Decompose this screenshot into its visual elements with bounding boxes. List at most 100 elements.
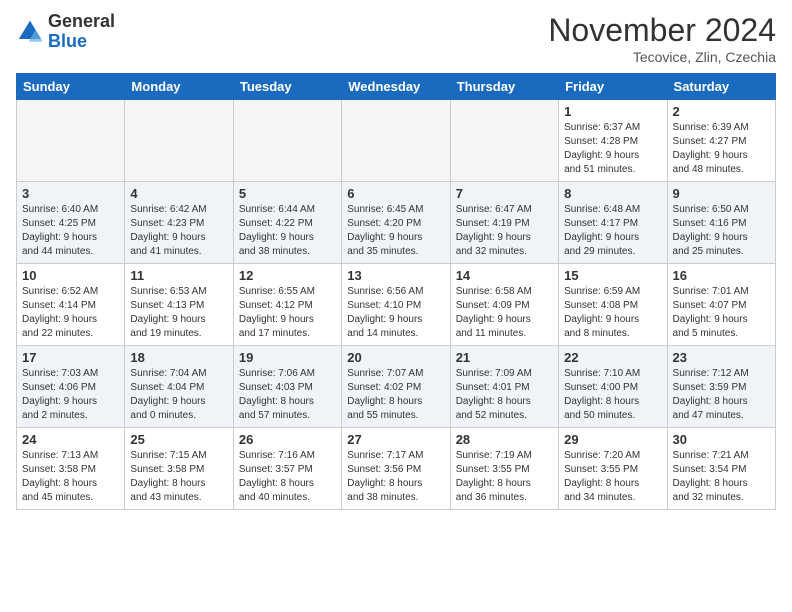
day-info: Sunrise: 6:58 AM Sunset: 4:09 PM Dayligh… (456, 285, 553, 341)
table-row: 18 Sunrise: 7:04 AM Sunset: 4:04 PM Dayli… (125, 346, 233, 428)
day-number: 2 (673, 104, 770, 119)
table-row: 7 Sunrise: 6:47 AM Sunset: 4:19 PM Daylig… (450, 182, 558, 264)
day-number: 27 (347, 432, 444, 447)
day-info: Sunrise: 7:13 AM Sunset: 3:58 PM Dayligh… (22, 449, 119, 505)
day-number: 28 (456, 432, 553, 447)
table-row: 1Sunrise: 6:37 AM Sunset: 4:28 PM Daylig… (559, 100, 667, 182)
table-row: 21 Sunrise: 7:09 AM Sunset: 4:01 PM Dayli… (450, 346, 558, 428)
month-title: November 2024 (548, 12, 776, 49)
calendar-week-row: 24 Sunrise: 7:13 AM Sunset: 3:58 PM Dayli… (17, 428, 776, 510)
day-info: Sunrise: 7:16 AM Sunset: 3:57 PM Dayligh… (239, 449, 336, 505)
calendar-week-row: 1Sunrise: 6:37 AM Sunset: 4:28 PM Daylig… (17, 100, 776, 182)
table-row: 15 Sunrise: 6:59 AM Sunset: 4:08 PM Dayli… (559, 264, 667, 346)
day-info: Sunrise: 6:37 AM Sunset: 4:28 PM Dayligh… (564, 121, 661, 177)
day-info: Sunrise: 6:44 AM Sunset: 4:22 PM Dayligh… (239, 203, 336, 259)
day-number: 23 (673, 350, 770, 365)
table-row: 24 Sunrise: 7:13 AM Sunset: 3:58 PM Dayli… (17, 428, 125, 510)
day-number: 12 (239, 268, 336, 283)
calendar-week-row: 3Sunrise: 6:40 AM Sunset: 4:25 PM Daylig… (17, 182, 776, 264)
day-info: Sunrise: 7:01 AM Sunset: 4:07 PM Dayligh… (673, 285, 770, 341)
calendar-week-row: 17 Sunrise: 7:03 AM Sunset: 4:06 PM Dayli… (17, 346, 776, 428)
day-number: 4 (130, 186, 227, 201)
col-friday: Friday (559, 74, 667, 100)
table-row: 6 Sunrise: 6:45 AM Sunset: 4:20 PM Daylig… (342, 182, 450, 264)
day-info: Sunrise: 7:10 AM Sunset: 4:00 PM Dayligh… (564, 367, 661, 423)
day-number: 3 (22, 186, 119, 201)
day-info: Sunrise: 7:21 AM Sunset: 3:54 PM Dayligh… (673, 449, 770, 505)
table-row: 30 Sunrise: 7:21 AM Sunset: 3:54 PM Dayli… (667, 428, 775, 510)
day-number: 25 (130, 432, 227, 447)
day-info: Sunrise: 6:52 AM Sunset: 4:14 PM Dayligh… (22, 285, 119, 341)
day-number: 6 (347, 186, 444, 201)
calendar-week-row: 10 Sunrise: 6:52 AM Sunset: 4:14 PM Dayli… (17, 264, 776, 346)
table-row: 16Sunrise: 7:01 AM Sunset: 4:07 PM Dayli… (667, 264, 775, 346)
day-info: Sunrise: 7:12 AM Sunset: 3:59 PM Dayligh… (673, 367, 770, 423)
table-row (233, 100, 341, 182)
day-number: 13 (347, 268, 444, 283)
logo-blue: Blue (48, 32, 115, 52)
table-row (450, 100, 558, 182)
table-row: 19 Sunrise: 7:06 AM Sunset: 4:03 PM Dayli… (233, 346, 341, 428)
table-row: 11 Sunrise: 6:53 AM Sunset: 4:13 PM Dayli… (125, 264, 233, 346)
calendar-header-row: Sunday Monday Tuesday Wednesday Thursday… (17, 74, 776, 100)
day-info: Sunrise: 7:09 AM Sunset: 4:01 PM Dayligh… (456, 367, 553, 423)
table-row: 13 Sunrise: 6:56 AM Sunset: 4:10 PM Dayli… (342, 264, 450, 346)
day-number: 9 (673, 186, 770, 201)
day-number: 18 (130, 350, 227, 365)
table-row: 26Sunrise: 7:16 AM Sunset: 3:57 PM Dayli… (233, 428, 341, 510)
table-row: 8Sunrise: 6:48 AM Sunset: 4:17 PM Daylig… (559, 182, 667, 264)
day-info: Sunrise: 7:06 AM Sunset: 4:03 PM Dayligh… (239, 367, 336, 423)
table-row (342, 100, 450, 182)
day-info: Sunrise: 6:42 AM Sunset: 4:23 PM Dayligh… (130, 203, 227, 259)
day-info: Sunrise: 7:19 AM Sunset: 3:55 PM Dayligh… (456, 449, 553, 505)
day-number: 30 (673, 432, 770, 447)
day-info: Sunrise: 6:48 AM Sunset: 4:17 PM Dayligh… (564, 203, 661, 259)
col-wednesday: Wednesday (342, 74, 450, 100)
logo-text: General Blue (48, 12, 115, 52)
calendar: Sunday Monday Tuesday Wednesday Thursday… (16, 73, 776, 510)
day-info: Sunrise: 6:56 AM Sunset: 4:10 PM Dayligh… (347, 285, 444, 341)
table-row: 2 Sunrise: 6:39 AM Sunset: 4:27 PM Daylig… (667, 100, 775, 182)
day-number: 14 (456, 268, 553, 283)
table-row: 27Sunrise: 7:17 AM Sunset: 3:56 PM Dayli… (342, 428, 450, 510)
col-saturday: Saturday (667, 74, 775, 100)
table-row: 3Sunrise: 6:40 AM Sunset: 4:25 PM Daylig… (17, 182, 125, 264)
day-info: Sunrise: 6:50 AM Sunset: 4:16 PM Dayligh… (673, 203, 770, 259)
day-info: Sunrise: 6:55 AM Sunset: 4:12 PM Dayligh… (239, 285, 336, 341)
day-number: 7 (456, 186, 553, 201)
day-number: 21 (456, 350, 553, 365)
table-row: 28 Sunrise: 7:19 AM Sunset: 3:55 PM Dayli… (450, 428, 558, 510)
day-info: Sunrise: 6:45 AM Sunset: 4:20 PM Dayligh… (347, 203, 444, 259)
day-number: 24 (22, 432, 119, 447)
day-info: Sunrise: 7:04 AM Sunset: 4:04 PM Dayligh… (130, 367, 227, 423)
day-info: Sunrise: 6:47 AM Sunset: 4:19 PM Dayligh… (456, 203, 553, 259)
day-info: Sunrise: 7:20 AM Sunset: 3:55 PM Dayligh… (564, 449, 661, 505)
day-number: 29 (564, 432, 661, 447)
header: General Blue November 2024 Tecovice, Zli… (16, 12, 776, 65)
col-tuesday: Tuesday (233, 74, 341, 100)
day-info: Sunrise: 7:03 AM Sunset: 4:06 PM Dayligh… (22, 367, 119, 423)
logo-general: General (48, 12, 115, 32)
day-number: 15 (564, 268, 661, 283)
table-row: 29 Sunrise: 7:20 AM Sunset: 3:55 PM Dayli… (559, 428, 667, 510)
page-container: General Blue November 2024 Tecovice, Zli… (0, 0, 792, 518)
day-number: 11 (130, 268, 227, 283)
day-info: Sunrise: 7:15 AM Sunset: 3:58 PM Dayligh… (130, 449, 227, 505)
col-monday: Monday (125, 74, 233, 100)
day-number: 10 (22, 268, 119, 283)
title-block: November 2024 Tecovice, Zlin, Czechia (548, 12, 776, 65)
logo-icon (16, 18, 44, 46)
table-row: 23 Sunrise: 7:12 AM Sunset: 3:59 PM Dayli… (667, 346, 775, 428)
table-row: 10 Sunrise: 6:52 AM Sunset: 4:14 PM Dayli… (17, 264, 125, 346)
day-info: Sunrise: 6:59 AM Sunset: 4:08 PM Dayligh… (564, 285, 661, 341)
table-row: 9 Sunrise: 6:50 AM Sunset: 4:16 PM Daylig… (667, 182, 775, 264)
table-row: 17 Sunrise: 7:03 AM Sunset: 4:06 PM Dayli… (17, 346, 125, 428)
logo: General Blue (16, 12, 115, 52)
table-row: 12 Sunrise: 6:55 AM Sunset: 4:12 PM Dayli… (233, 264, 341, 346)
day-info: Sunrise: 6:53 AM Sunset: 4:13 PM Dayligh… (130, 285, 227, 341)
day-number: 17 (22, 350, 119, 365)
table-row: 22Sunrise: 7:10 AM Sunset: 4:00 PM Dayli… (559, 346, 667, 428)
table-row: 20Sunrise: 7:07 AM Sunset: 4:02 PM Dayli… (342, 346, 450, 428)
day-number: 19 (239, 350, 336, 365)
day-info: Sunrise: 6:39 AM Sunset: 4:27 PM Dayligh… (673, 121, 770, 177)
